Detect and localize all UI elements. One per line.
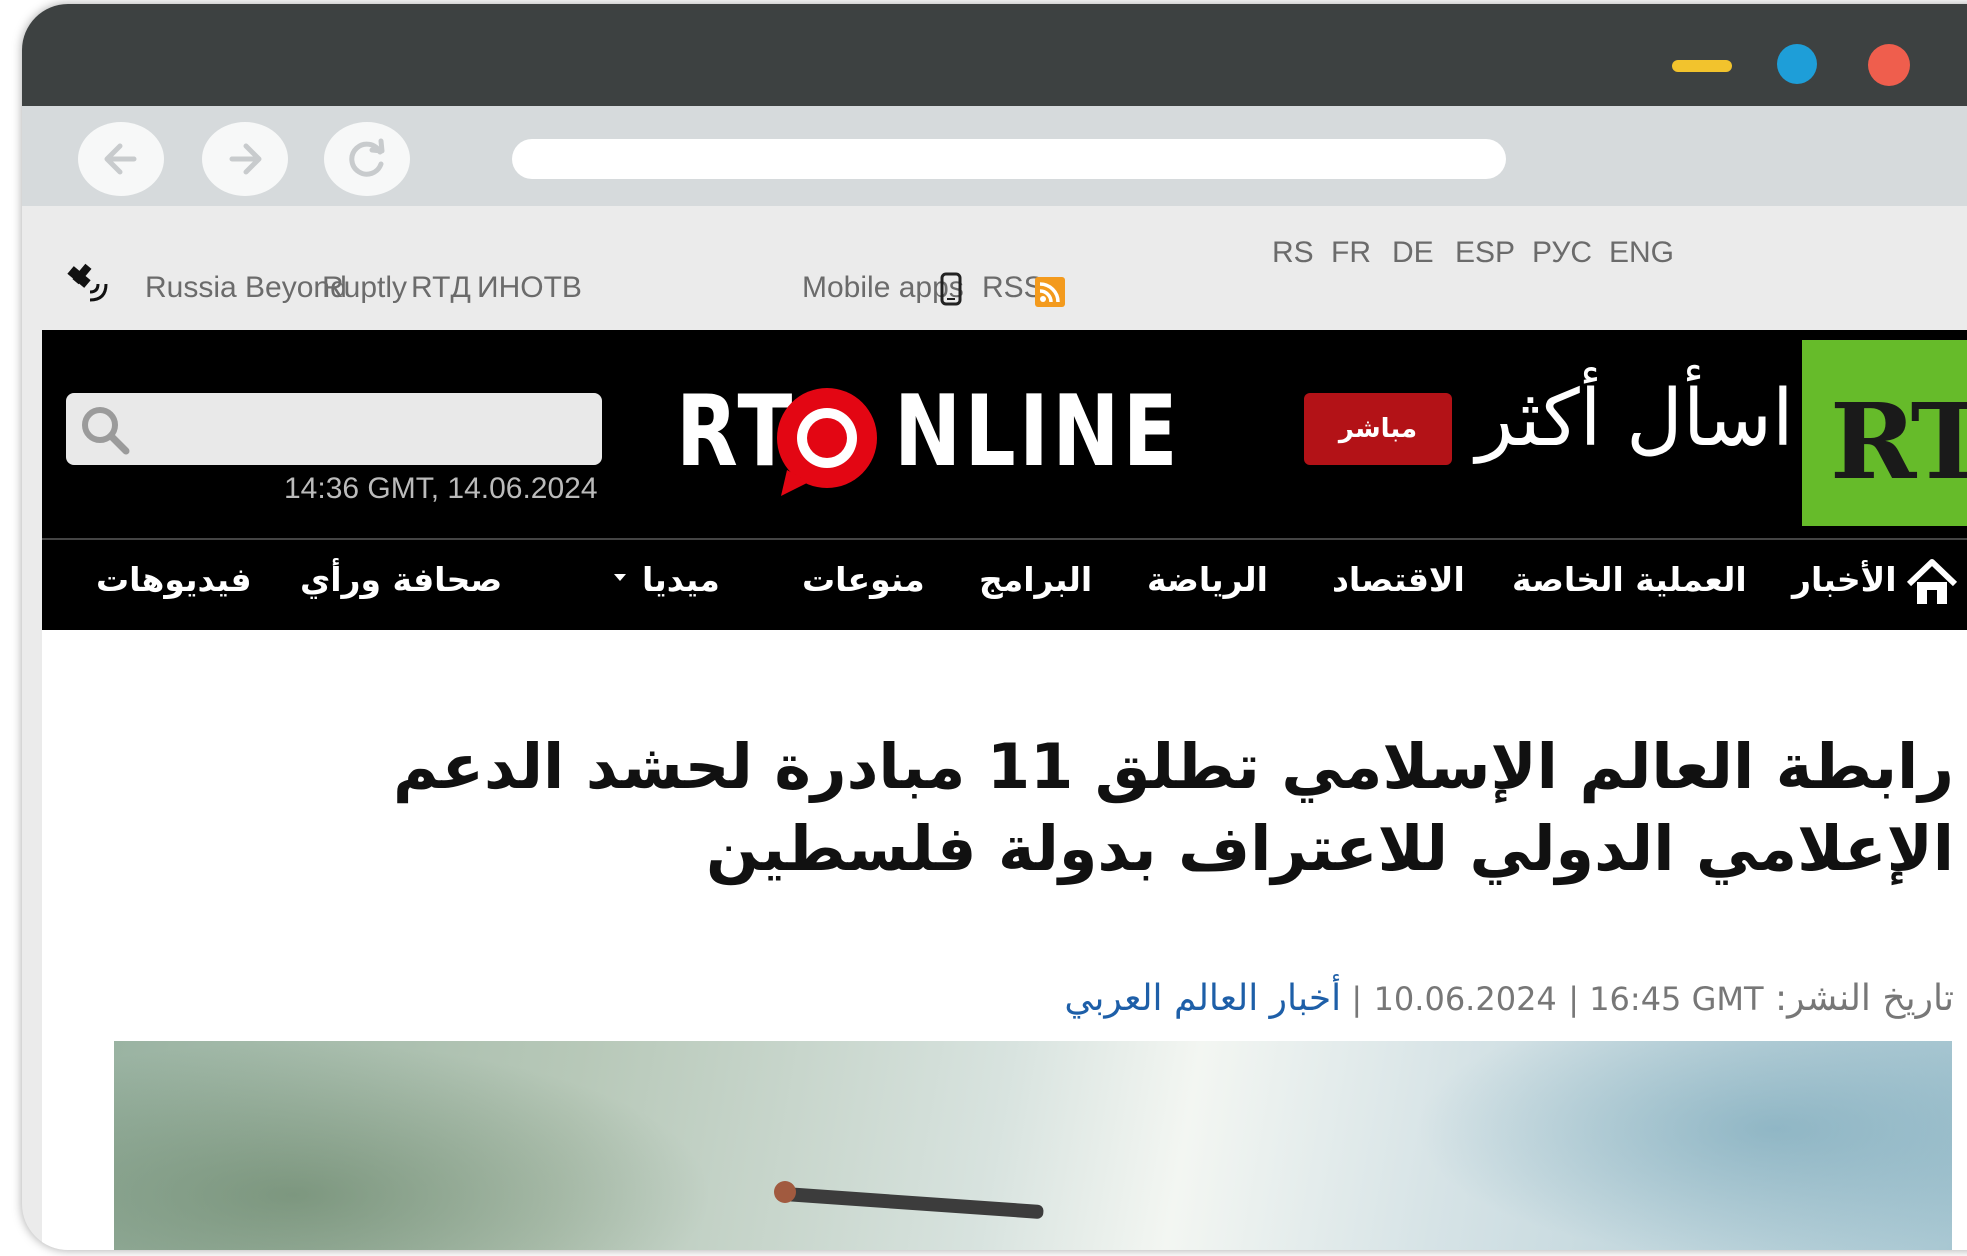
- main-menu: الأخبار العملية الخاصة الاقتصاد الرياضة …: [42, 538, 1967, 630]
- current-datetime: 14:36 GMT, 14.06.2024: [284, 472, 598, 505]
- menu-videos[interactable]: فيديوهات: [96, 560, 252, 599]
- lang-rus[interactable]: РУС: [1532, 236, 1592, 270]
- forward-button[interactable]: [202, 122, 288, 196]
- top-links-bar: Russia Beyond Ruptly RTД ИНОТВ Mobile ap…: [42, 206, 1967, 330]
- rt-brand-text: RT: [1830, 380, 1967, 503]
- menu-media[interactable]: ميديا: [642, 560, 720, 599]
- lang-rs[interactable]: RS: [1272, 236, 1314, 270]
- logo-o-icon: [777, 388, 877, 496]
- article-hero-image: [114, 1041, 1952, 1250]
- live-button[interactable]: مباشر: [1304, 393, 1452, 465]
- rt-brand-logo[interactable]: RT: [1802, 340, 1967, 526]
- site-header: 14:36 GMT, 14.06.2024 RT NLINE مباشر اسأ…: [42, 330, 1967, 538]
- home-icon[interactable]: [1905, 558, 1959, 608]
- reload-button[interactable]: [324, 122, 410, 196]
- menu-sports[interactable]: الرياضة: [1147, 560, 1268, 599]
- logo-text-right: NLINE: [894, 375, 1181, 489]
- satellite-icon: [67, 263, 108, 302]
- lang-esp[interactable]: ESP: [1455, 236, 1515, 270]
- article-category-link[interactable]: أخبار العالم العربي: [1064, 978, 1341, 1019]
- publish-date: 10.06.2024: [1373, 980, 1557, 1018]
- browser-toolbar: [22, 106, 1967, 206]
- link-ruptly[interactable]: Ruptly: [322, 271, 407, 305]
- reload-icon: [349, 138, 385, 177]
- menu-economy[interactable]: الاقتصاد: [1332, 560, 1465, 599]
- article-meta: تاريخ النشر: 10.06.2024 | 16:45 GMT | أخ…: [1064, 978, 1954, 1019]
- link-rtd[interactable]: RTД: [411, 271, 471, 305]
- browser-window: Russia Beyond Ruptly RTД ИНОТВ Mobile ap…: [22, 4, 1967, 1250]
- arrow-right-icon: [229, 143, 262, 175]
- address-bar[interactable]: [512, 139, 1506, 179]
- back-button[interactable]: [78, 122, 164, 196]
- article-title: رابطة العالم الإسلامي تطلق 11 مبادرة لحش…: [392, 730, 1954, 885]
- link-inotv[interactable]: ИНОТВ: [477, 271, 582, 305]
- slogan: اسأل أكثر: [1476, 374, 1794, 464]
- lang-de[interactable]: DE: [1392, 236, 1434, 270]
- publish-date-label: تاريخ النشر:: [1774, 978, 1954, 1019]
- search-input[interactable]: [66, 393, 602, 465]
- menu-programs[interactable]: البرامج: [979, 560, 1092, 599]
- minimize-button[interactable]: [1672, 60, 1732, 72]
- menu-press-opinion[interactable]: صحافة ورأي: [300, 560, 502, 599]
- title-bar: [22, 4, 1967, 106]
- menu-misc[interactable]: منوعات: [802, 560, 925, 599]
- arrow-left-icon: [104, 143, 137, 175]
- mobile-phone-icon: [940, 272, 962, 306]
- maximize-button[interactable]: [1777, 44, 1817, 84]
- search-icon: [82, 407, 130, 455]
- link-russia-beyond[interactable]: Russia Beyond: [145, 271, 347, 305]
- web-page: Russia Beyond Ruptly RTД ИНОТВ Mobile ap…: [42, 206, 1967, 1250]
- publish-time: 16:45 GMT: [1589, 980, 1764, 1018]
- lang-fr[interactable]: FR: [1331, 236, 1371, 270]
- lang-eng[interactable]: ENG: [1609, 236, 1674, 270]
- menu-news[interactable]: الأخبار: [1792, 560, 1897, 599]
- close-button[interactable]: [1868, 44, 1910, 86]
- chevron-down-icon: [614, 574, 626, 581]
- menu-special-operation[interactable]: العملية الخاصة: [1512, 560, 1747, 599]
- rss-icon[interactable]: [1035, 277, 1065, 307]
